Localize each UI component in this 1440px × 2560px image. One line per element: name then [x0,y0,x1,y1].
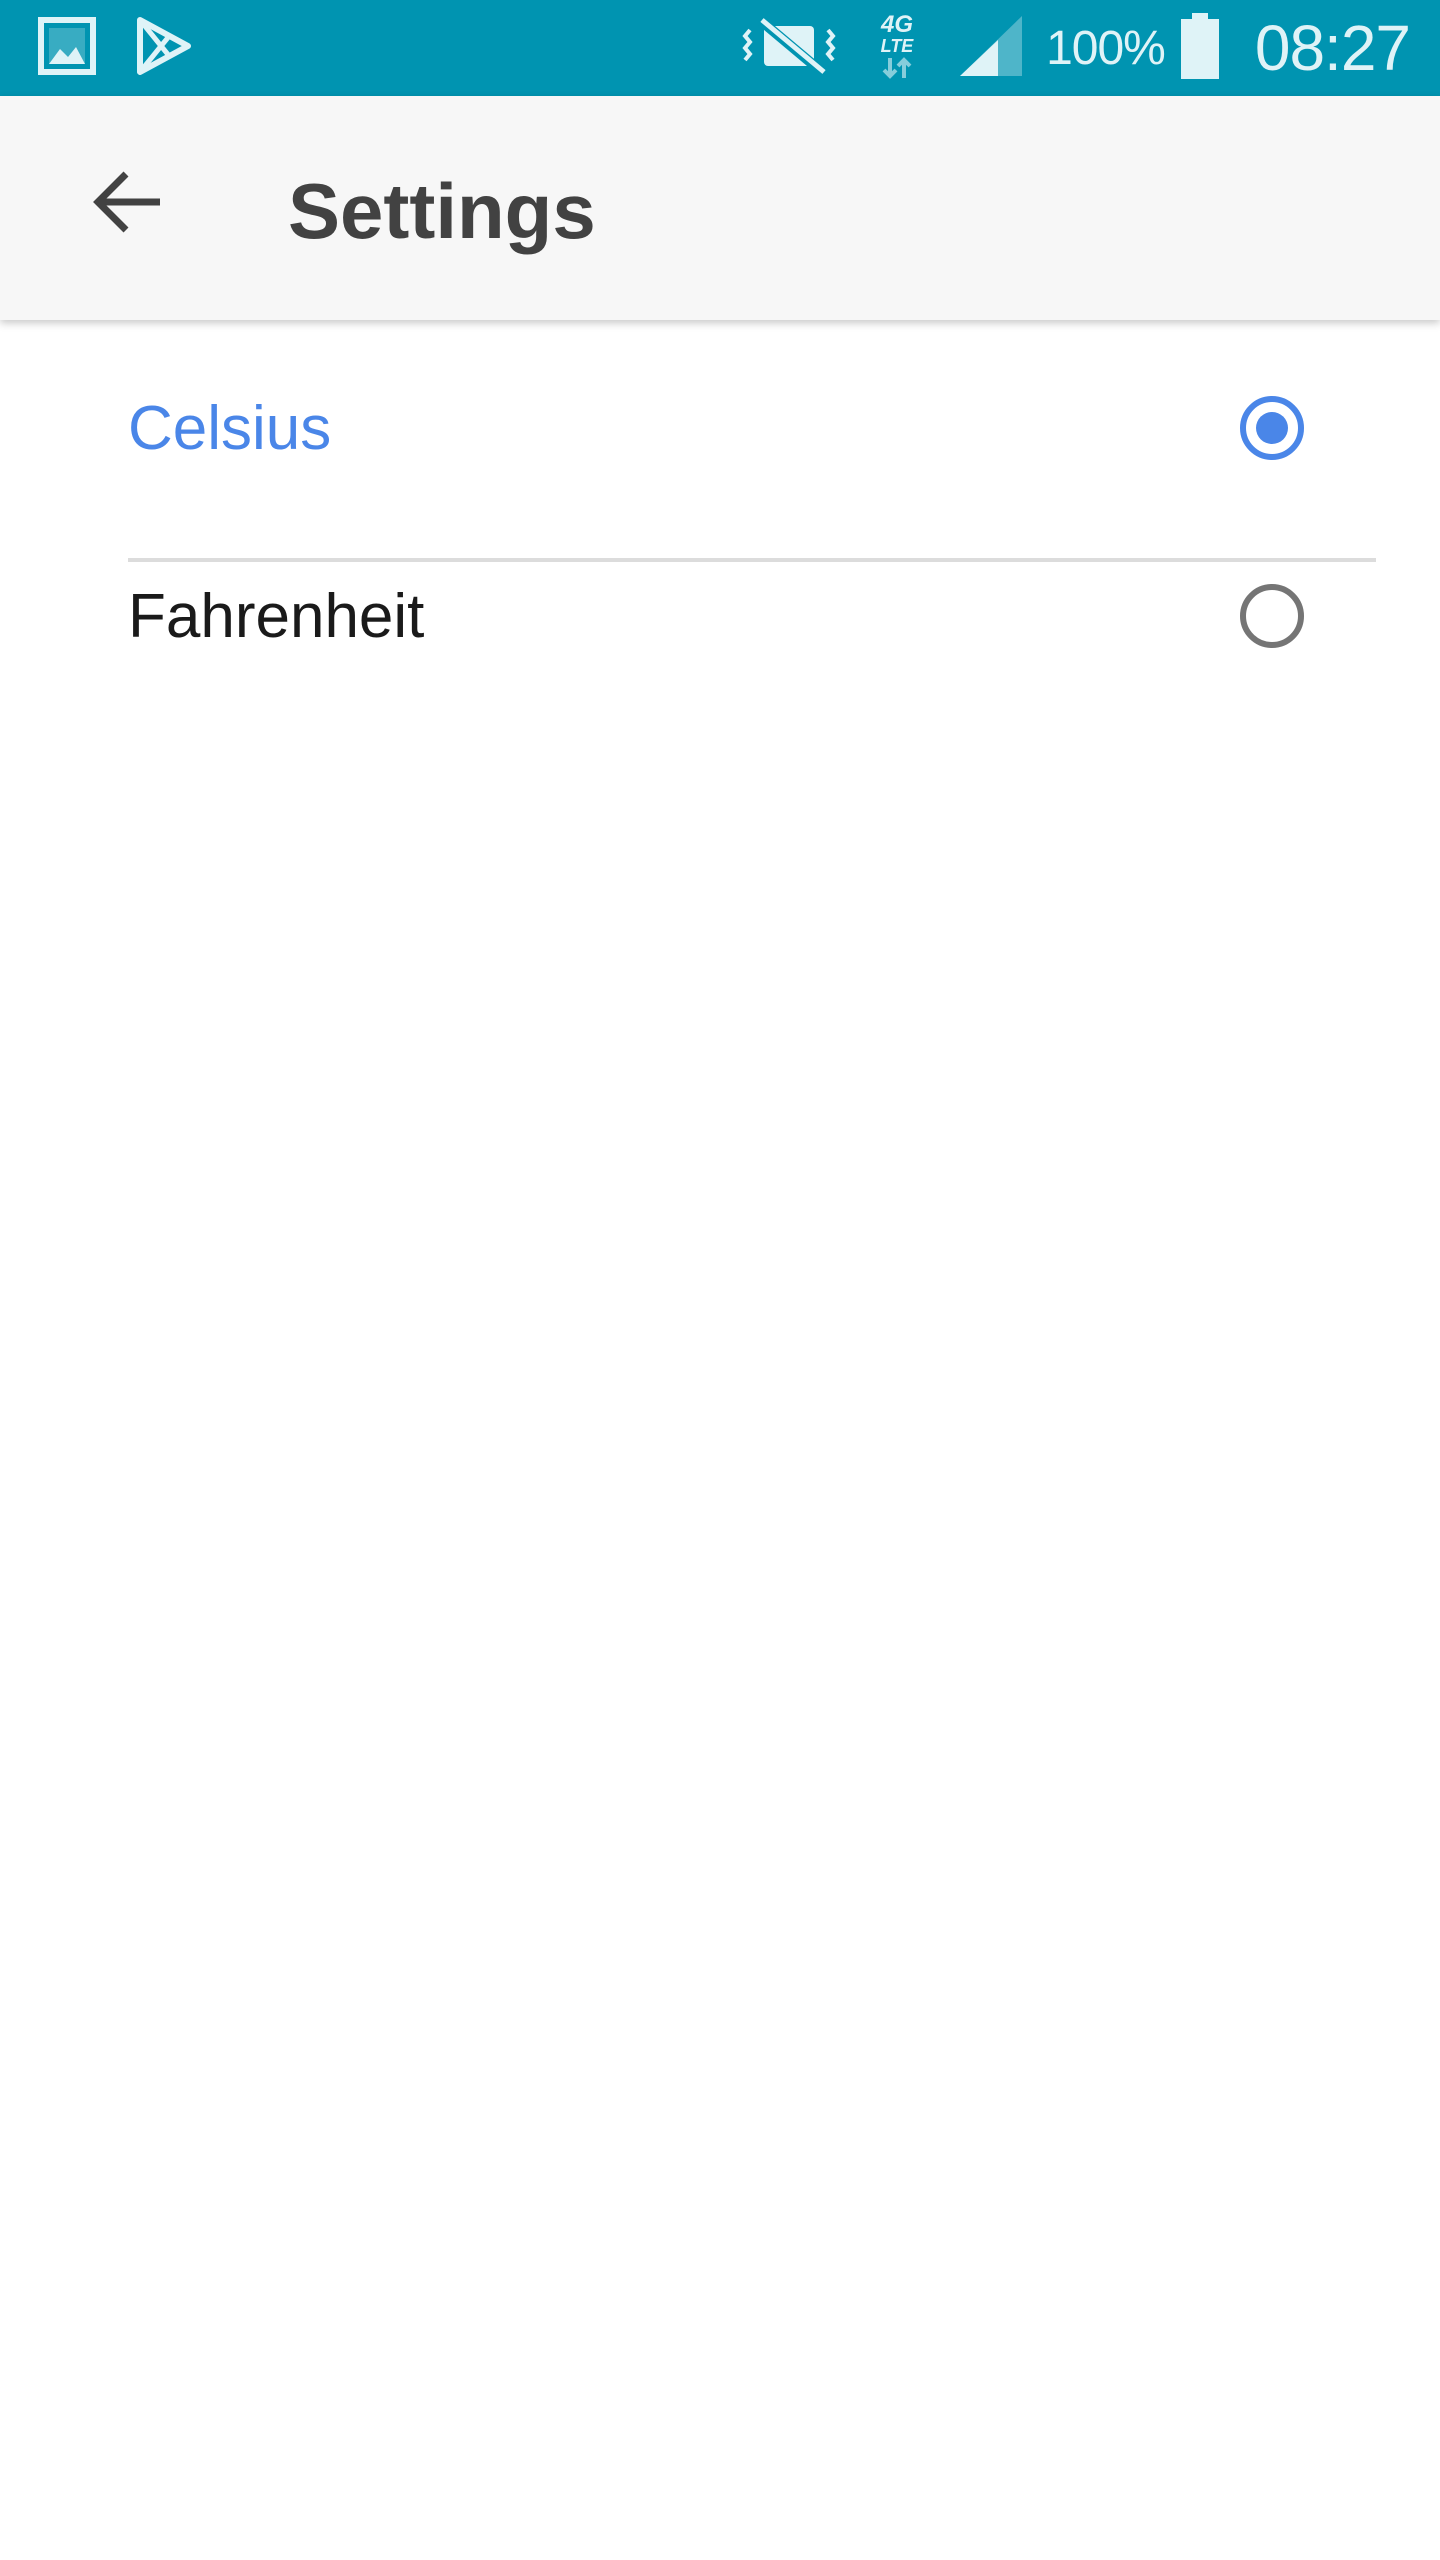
status-bar-notifications [38,16,192,80]
option-fahrenheit-label: Fahrenheit [128,581,425,651]
temperature-unit-options: Celsius Fahrenheit [0,320,1440,708]
status-bar: 4G LTE 100% 08:27 [0,0,1440,96]
app-bar: Settings [0,96,1440,320]
status-bar-clock: 08:27 [1254,12,1411,84]
back-button[interactable] [80,156,176,252]
battery-icon [1179,12,1221,84]
gallery-icon [38,16,96,80]
battery-percent: 100% [1046,21,1166,75]
radio-dot [1256,412,1288,444]
play-store-icon [136,16,192,80]
network-lte-label: LTE [881,36,915,56]
signal-icon [958,14,1024,83]
option-celsius-label: Celsius [128,393,332,463]
page-title: Settings [288,167,596,255]
network-type-label: 4G [880,11,913,38]
radio-unchecked-icon[interactable] [1240,584,1304,648]
option-celsius[interactable]: Celsius [0,336,1440,520]
option-fahrenheit[interactable]: Fahrenheit [0,524,1440,708]
vibrate-muted-icon [742,15,836,81]
4g-lte-icon: 4G LTE [872,10,922,87]
radio-checked-icon[interactable] [1240,396,1304,460]
status-bar-system: 4G LTE 100% 08:27 [742,0,1411,96]
arrow-back-icon [92,170,164,239]
